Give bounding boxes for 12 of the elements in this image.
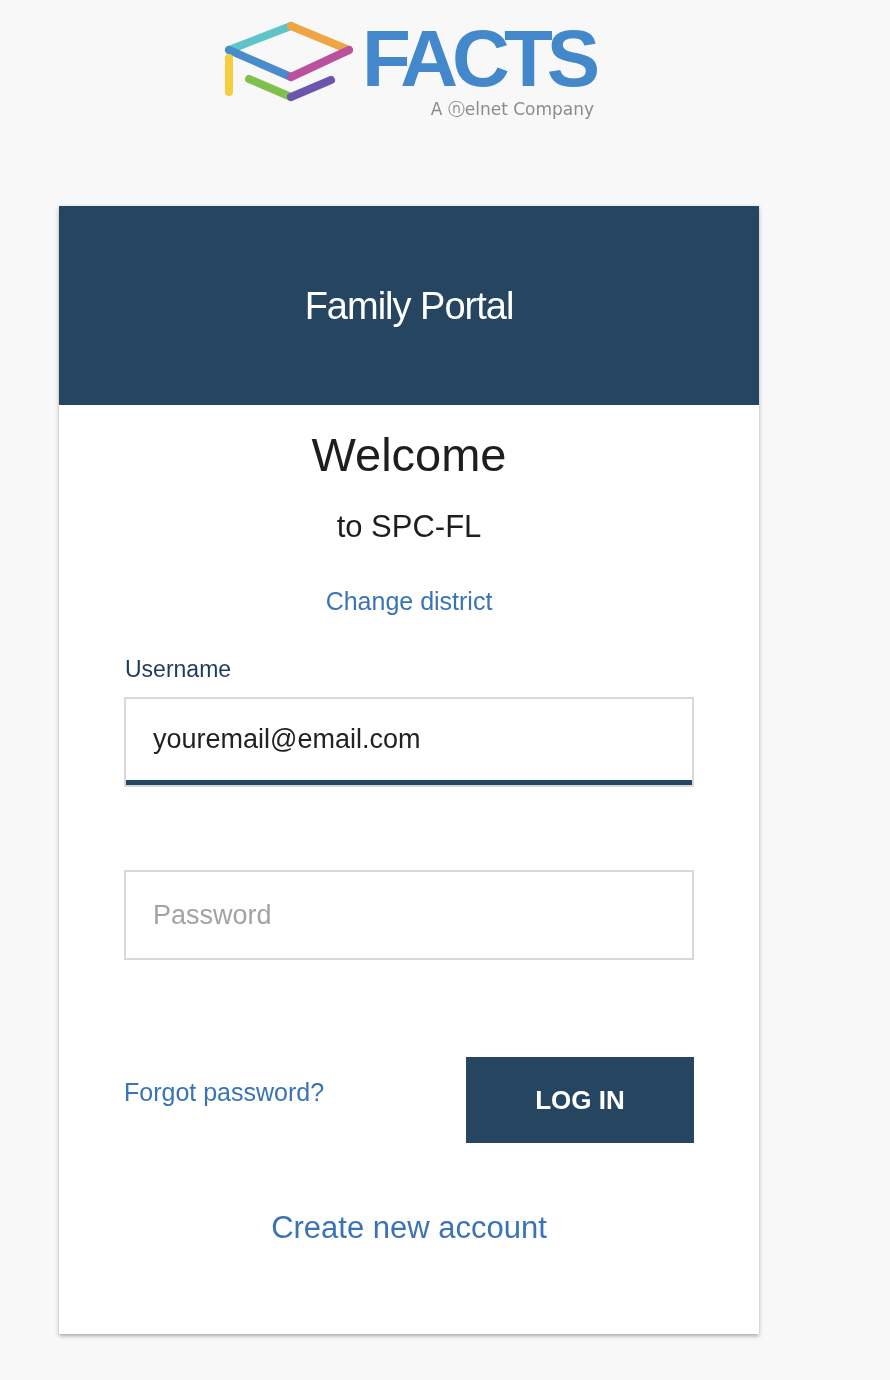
password-field[interactable]: Password bbox=[124, 870, 694, 960]
district-name: to SPC-FL bbox=[336, 509, 482, 545]
portal-title: Family Portal bbox=[304, 283, 514, 329]
username-field[interactable]: youremail@email.com bbox=[124, 697, 694, 787]
change-district-link[interactable]: Change district bbox=[325, 586, 493, 616]
forgot-password-link[interactable]: Forgot password? bbox=[124, 1077, 325, 1107]
welcome-heading: Welcome bbox=[311, 427, 507, 483]
logo-wordmark: FACTS bbox=[361, 26, 596, 92]
create-account-link[interactable]: Create new account bbox=[271, 1210, 547, 1246]
username-label: Username bbox=[124, 655, 232, 683]
logo-tagline: A ⓝelnet Company bbox=[430, 98, 595, 120]
login-button[interactable]: LOG IN bbox=[466, 1057, 694, 1143]
